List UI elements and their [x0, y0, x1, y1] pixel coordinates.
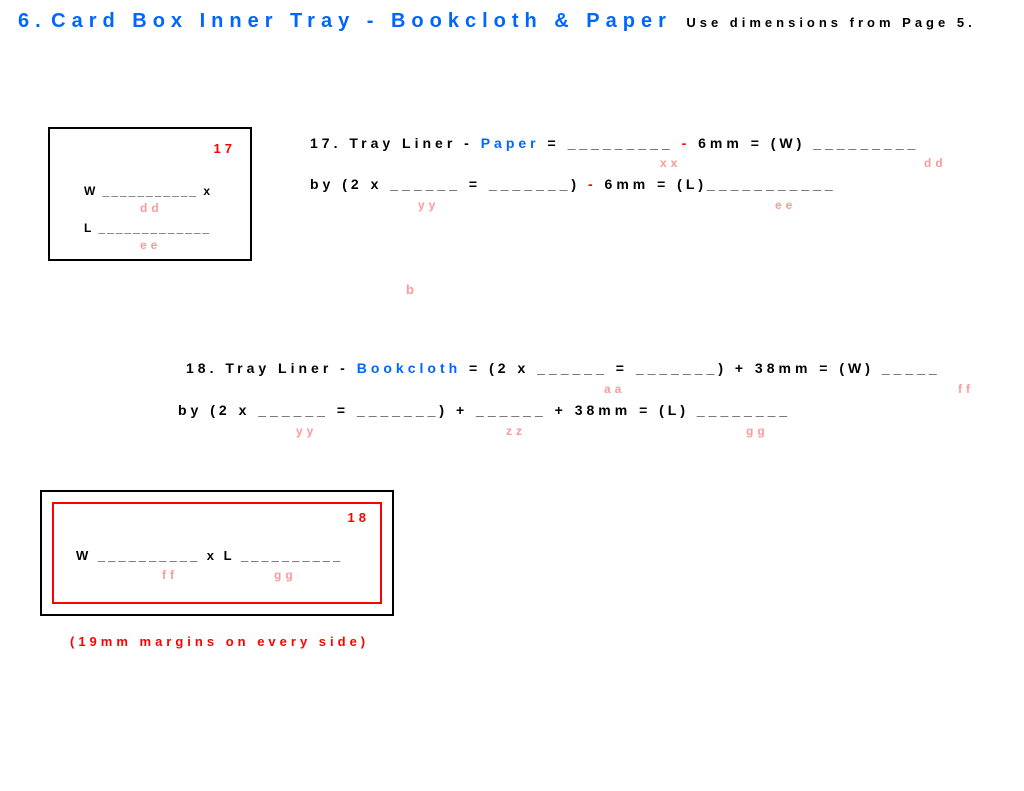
formula-18-line1: 18. Tray Liner - Bookcloth = (2 x ______… [186, 360, 941, 376]
diagram-box-18-outer: 18 W __________ x L __________ ff gg [40, 490, 394, 616]
f17-paper: Paper [481, 135, 540, 151]
f18-sub-aa: aa [604, 382, 625, 396]
diagram-box-18-inner: 18 W __________ x L __________ ff gg [52, 502, 382, 604]
f17b-minus: - [580, 176, 604, 192]
f18-tail: = (2 x ______ = _______) + 38mm = (W) __… [461, 360, 941, 376]
f17-tail: 6mm = (W) _________ [690, 135, 919, 151]
box17-l-line: L _____________ [84, 221, 211, 235]
f17-sub-dd: dd [924, 156, 947, 170]
f17b-paren: (2 x ______ = _______) [342, 176, 580, 192]
f17-prefix: 17. Tray Liner - [310, 135, 481, 151]
f18b-sub-yy: yy [296, 424, 317, 438]
section-number: 6. [18, 10, 47, 32]
f18-sub-ff: ff [958, 382, 974, 396]
f17-mid: = _________ [540, 135, 682, 151]
f18b-sub-zz: zz [506, 424, 526, 438]
diagram-box-17: 17 W ___________ x dd L _____________ ee [48, 127, 252, 261]
f17-sub-xx: xx [660, 156, 681, 170]
box18-sub-ff: ff [162, 568, 178, 582]
f17b-sub-ee: ee [775, 198, 796, 212]
box17-w-sub: dd [140, 201, 163, 215]
f18-prefix: 18. Tray Liner - [186, 360, 357, 376]
box18-number: 18 [348, 510, 370, 525]
f18-bookcloth: Bookcloth [357, 360, 461, 376]
box18-sub-gg: gg [274, 568, 297, 582]
f17b-sub-yy: yy [418, 198, 439, 212]
margins-note: (19mm margins on every side) [70, 634, 369, 649]
f17b-by: by [310, 176, 342, 192]
box18-wl-line: W __________ x L __________ [76, 548, 343, 563]
box17-l-sub: ee [140, 238, 161, 252]
header-note: Use dimensions from Page 5. [686, 15, 975, 30]
box17-w-line: W ___________ x [84, 184, 212, 198]
formula-18-line2: by (2 x ______ = _______) + ______ + 38m… [178, 402, 791, 418]
formula-17-line1: 17. Tray Liner - Paper = _________ - 6mm… [310, 134, 919, 152]
formula-17-line2: by (2 x ______ = _______) - 6mm = (L)___… [310, 176, 837, 192]
box17-number: 17 [214, 141, 236, 156]
section-title: Card Box Inner Tray - Bookcloth & Paper [51, 10, 672, 32]
f17b-tail: 6mm = (L)___________ [605, 176, 837, 192]
page-header: 6. Card Box Inner Tray - Bookcloth & Pap… [18, 10, 1024, 33]
loose-b-label: b [406, 282, 417, 297]
f17-minus: - [682, 135, 691, 151]
f18b-sub-gg: gg [746, 424, 769, 438]
